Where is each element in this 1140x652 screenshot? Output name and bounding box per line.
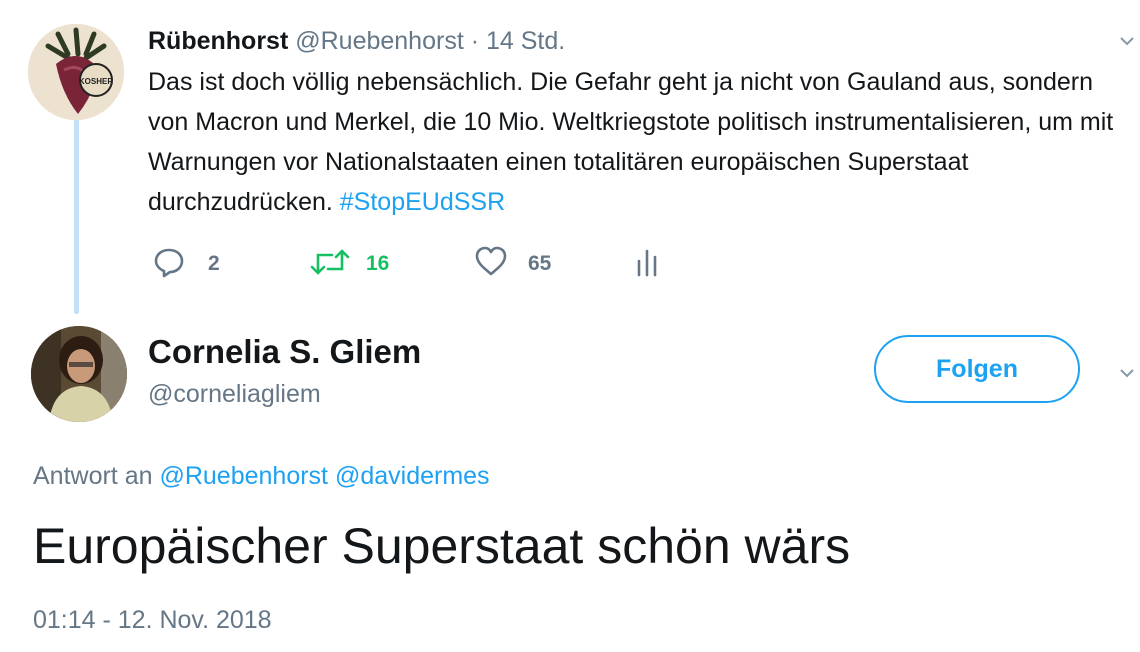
tweet-timestamp[interactable]: 01:14 - 12. Nov. 2018: [33, 604, 272, 636]
reply-prefix: Antwort an: [33, 462, 153, 490]
author-handle[interactable]: @corneliagliem: [148, 378, 321, 410]
chevron-down-icon[interactable]: [1120, 366, 1134, 380]
parent-tweet-text: Das ist doch völlig nebensächlich. Die G…: [148, 62, 1128, 222]
follow-button[interactable]: Folgen: [874, 335, 1080, 403]
mention-link-ruebenhorst[interactable]: @Ruebenhorst: [159, 462, 328, 490]
hashtag-link[interactable]: #StopEUdSSR: [340, 188, 505, 216]
reply-icon: [152, 245, 186, 284]
author-display-name[interactable]: Cornelia S. Gliem: [148, 332, 421, 372]
separator-dot: ·: [470, 27, 480, 55]
reply-button[interactable]: 2: [152, 244, 220, 284]
analytics-icon: [634, 245, 660, 284]
reply-context: Antwort an @Ruebenhorst @davidermes: [33, 460, 490, 492]
heart-icon: [474, 245, 508, 284]
avatar-corneliagliem[interactable]: [31, 326, 127, 422]
like-count: 65: [528, 252, 552, 275]
reply-count: 2: [208, 252, 220, 275]
mention-link-davidermes[interactable]: @davidermes: [335, 462, 490, 490]
parent-time[interactable]: 14 Std.: [486, 27, 565, 55]
retweet-button[interactable]: 16: [310, 244, 389, 284]
tweet-thread: KOSHER Rübenhorst @Ruebenhorst · 14 Std.…: [0, 0, 1140, 652]
tweet-actions: 2 16 65: [148, 244, 748, 284]
kosher-stamp-text: KOSHER: [79, 77, 113, 86]
parent-handle[interactable]: @Ruebenhorst: [295, 27, 464, 55]
avatar-ruebenhorst[interactable]: KOSHER: [28, 24, 124, 120]
parent-display-name[interactable]: Rübenhorst: [148, 27, 288, 55]
parent-tweet-body: Das ist doch völlig nebensächlich. Die G…: [148, 68, 1114, 216]
thread-connector-line: [74, 118, 79, 314]
retweet-icon: [310, 245, 350, 284]
parent-tweet-header: Rübenhorst @Ruebenhorst · 14 Std.: [148, 26, 565, 56]
retweet-count: 16: [366, 252, 390, 275]
chevron-down-icon[interactable]: [1120, 34, 1134, 48]
main-tweet-text: Europäischer Superstaat schön wärs: [33, 518, 851, 574]
like-button[interactable]: 65: [474, 244, 551, 284]
analytics-button[interactable]: [634, 244, 660, 284]
